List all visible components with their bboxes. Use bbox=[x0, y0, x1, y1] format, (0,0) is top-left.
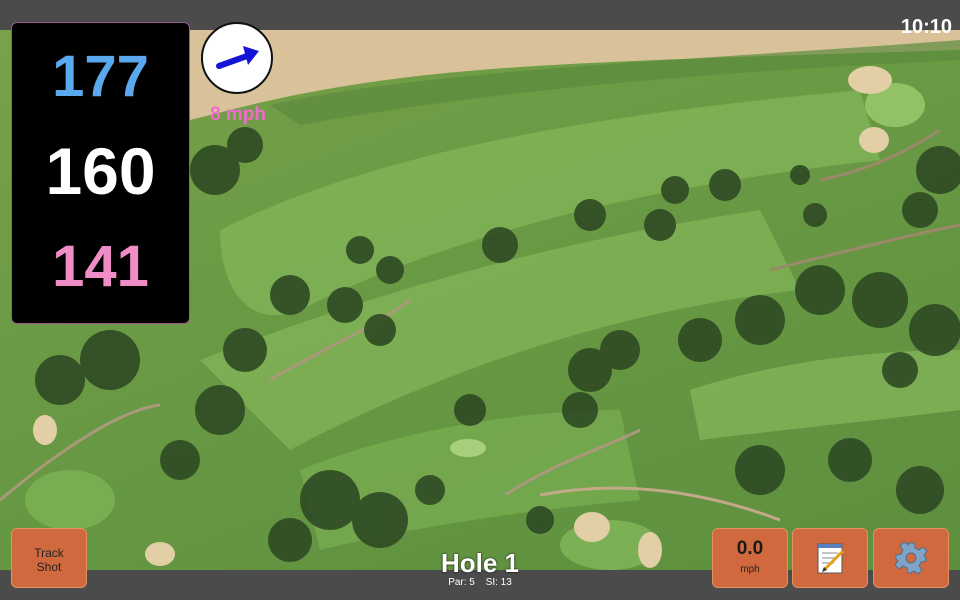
wind-indicator[interactable] bbox=[201, 22, 273, 94]
track-shot-label-2: Shot bbox=[36, 560, 62, 574]
notes-button[interactable] bbox=[792, 528, 868, 588]
hole-par: Par: 5 bbox=[448, 577, 475, 588]
hole-info: Par: 5 SI: 13 bbox=[380, 577, 580, 588]
hole-stroke-index: SI: 13 bbox=[485, 577, 512, 588]
distance-panel[interactable]: 177 160 141 bbox=[11, 22, 190, 324]
hole-title: Hole 1 bbox=[440, 548, 520, 578]
speed-button[interactable]: 0.0 mph bbox=[712, 528, 788, 588]
track-shot-button[interactable]: Track Shot bbox=[11, 528, 87, 588]
speed-value: 0.0 bbox=[736, 538, 764, 559]
wind-arrow-icon bbox=[216, 46, 259, 69]
wind-speed: 8 mph bbox=[210, 104, 266, 125]
center-distance: 160 bbox=[45, 134, 156, 208]
settings-button[interactable] bbox=[873, 528, 949, 588]
speed-unit: mph bbox=[740, 564, 760, 575]
back-distance: 177 bbox=[52, 44, 149, 109]
front-distance: 141 bbox=[52, 234, 149, 299]
clock: 10:10 bbox=[900, 16, 952, 38]
notepad-icon bbox=[817, 543, 845, 574]
track-shot-label-1: Track bbox=[34, 546, 64, 560]
gear-icon bbox=[894, 541, 928, 575]
